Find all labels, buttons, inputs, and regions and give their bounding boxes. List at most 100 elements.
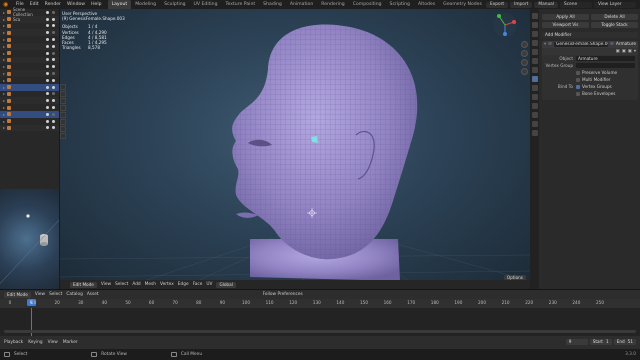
material-tab-icon[interactable] [531, 121, 538, 127]
outliner-item[interactable]: ▸ [0, 29, 59, 37]
toggle-stack-button[interactable]: Toggle Stack [591, 22, 638, 28]
view-layer-selector[interactable]: View Layer [594, 1, 636, 8]
tab-scripting[interactable]: Scripting [386, 0, 414, 9]
viewport-menu-mesh[interactable]: Mesh [145, 282, 156, 287]
data-tab-icon[interactable] [531, 112, 538, 118]
outliner-item[interactable]: ▸ [0, 70, 59, 77]
cursor-tool-icon[interactable] [60, 91, 66, 97]
eye-icon[interactable] [46, 44, 49, 48]
current-frame-field[interactable]: 9 [565, 339, 588, 345]
world-tab-icon[interactable] [531, 58, 538, 64]
manual-button[interactable]: Manual [534, 1, 558, 8]
eye-icon[interactable] [46, 65, 49, 69]
tab-texture-paint[interactable]: Texture Paint [222, 0, 260, 9]
timeline-menu-asset[interactable]: Asset [87, 292, 99, 297]
delete-all-button[interactable]: Delete All [591, 14, 638, 20]
camera-icon[interactable] [52, 92, 55, 96]
field-input[interactable]: Armature [576, 55, 635, 62]
rotate-tool-icon[interactable] [60, 105, 66, 111]
timeline-footer-playback[interactable]: Playback [4, 340, 23, 345]
camera-icon[interactable] [52, 106, 55, 110]
mode-selector[interactable]: Edit Mode [70, 281, 97, 288]
add-modifier-button[interactable]: Add Modifier [542, 32, 638, 38]
timeline-footer-marker[interactable]: Marker [63, 340, 78, 345]
timeline-mode-selector[interactable]: Edit Mode [4, 291, 31, 298]
camera-icon[interactable] [52, 126, 55, 130]
eye-icon[interactable] [46, 10, 49, 14]
outliner-item[interactable]: ▸ [0, 104, 59, 111]
viewport-toggle-icon[interactable]: ▣ [622, 49, 626, 54]
import-button[interactable]: Import [510, 1, 533, 8]
camera-icon[interactable] [52, 10, 55, 14]
transform-orientation-selector[interactable]: Global [216, 281, 236, 288]
measure-tool-icon[interactable] [60, 133, 66, 139]
eye-icon[interactable] [46, 106, 49, 110]
render-toggle-icon[interactable]: ▣ [628, 49, 632, 54]
move-tool-icon[interactable] [60, 98, 66, 104]
camera-icon[interactable] [52, 38, 55, 42]
eye-icon[interactable] [46, 92, 49, 96]
eye-icon[interactable] [46, 126, 49, 130]
outliner-item[interactable]: ▸ [0, 118, 59, 125]
eye-icon[interactable] [46, 58, 49, 62]
render-tab-icon[interactable] [531, 22, 538, 28]
viewport-vis-button[interactable]: Viewport Vis [542, 22, 589, 28]
tab-uv-editing[interactable]: UV Editing [190, 0, 222, 9]
camera-icon[interactable] [52, 72, 55, 76]
tab-geometry-nodes[interactable]: Geometry Nodes [439, 0, 486, 9]
start-frame-field[interactable]: Start 1 [589, 339, 612, 345]
apply-all-button[interactable]: Apply All [542, 14, 589, 20]
viewport-menu-face[interactable]: Face [193, 282, 203, 287]
eye-icon[interactable] [46, 112, 49, 116]
field-input[interactable] [576, 62, 635, 69]
eye-icon[interactable] [46, 78, 49, 82]
tab-shading[interactable]: Shading [259, 0, 286, 9]
dropdown-icon[interactable]: ▾ [634, 49, 636, 54]
eye-icon[interactable] [46, 51, 49, 55]
tab-compositing[interactable]: Compositing [349, 0, 386, 9]
outliner-item[interactable]: ▸ [0, 97, 59, 105]
timeline-scrollbar[interactable] [4, 330, 636, 333]
timeline-footer-keying[interactable]: Keying [28, 340, 42, 345]
outliner-item[interactable]: ▸ Scene Collection [0, 7, 59, 17]
viewport-menu-edge[interactable]: Edge [178, 282, 189, 287]
end-frame-field[interactable]: End 51 [613, 339, 636, 345]
camera-icon[interactable] [52, 99, 55, 103]
checkbox[interactable] [576, 91, 580, 96]
camera-view-icon[interactable] [521, 59, 528, 66]
checkbox[interactable] [576, 77, 580, 82]
tab-sculpting[interactable]: Sculpting [160, 0, 189, 9]
camera-icon[interactable] [52, 119, 55, 123]
camera-icon[interactable] [52, 44, 55, 48]
timeline-footer-view[interactable]: View [48, 340, 58, 345]
modifier-tab-icon[interactable] [531, 76, 538, 82]
timeline-menu-select[interactable]: Select [49, 292, 62, 297]
eye-icon[interactable] [46, 31, 49, 35]
tab-layout[interactable]: Layout [107, 0, 132, 9]
camera-icon[interactable] [52, 112, 55, 116]
timeline-tracks[interactable] [0, 308, 640, 336]
viewport-menu-uv[interactable]: UV [206, 282, 212, 287]
eye-icon[interactable] [46, 24, 49, 28]
outliner-item[interactable]: ▸ [0, 77, 59, 84]
object-tab-icon[interactable] [531, 67, 538, 73]
outliner-item[interactable]: ▸ [0, 23, 59, 30]
camera-icon[interactable] [52, 58, 55, 62]
camera-preview-viewport[interactable] [0, 189, 60, 289]
outliner-item[interactable]: ▸ [0, 63, 59, 70]
camera-icon[interactable] [52, 24, 55, 28]
menu-help[interactable]: Help [88, 0, 104, 9]
follow-preferences-label[interactable]: Follow Preferences [263, 292, 303, 297]
outliner-item[interactable]: ▸ [0, 36, 59, 43]
outliner-item[interactable]: ▸ [0, 91, 59, 98]
camera-icon[interactable] [52, 65, 55, 69]
outliner-item[interactable]: ▸ [0, 83, 59, 91]
constraints-tab-icon[interactable] [531, 103, 538, 109]
modifier-object-name[interactable]: GenesisFemale.Shape.003 [554, 42, 608, 47]
pan-icon[interactable] [521, 50, 528, 57]
timeline-menu-view[interactable]: View [35, 292, 45, 297]
output-tab-icon[interactable] [531, 31, 538, 37]
transform-tool-icon[interactable] [60, 119, 66, 125]
eye-icon[interactable] [46, 38, 49, 42]
tab-rendering[interactable]: Rendering [317, 0, 348, 9]
